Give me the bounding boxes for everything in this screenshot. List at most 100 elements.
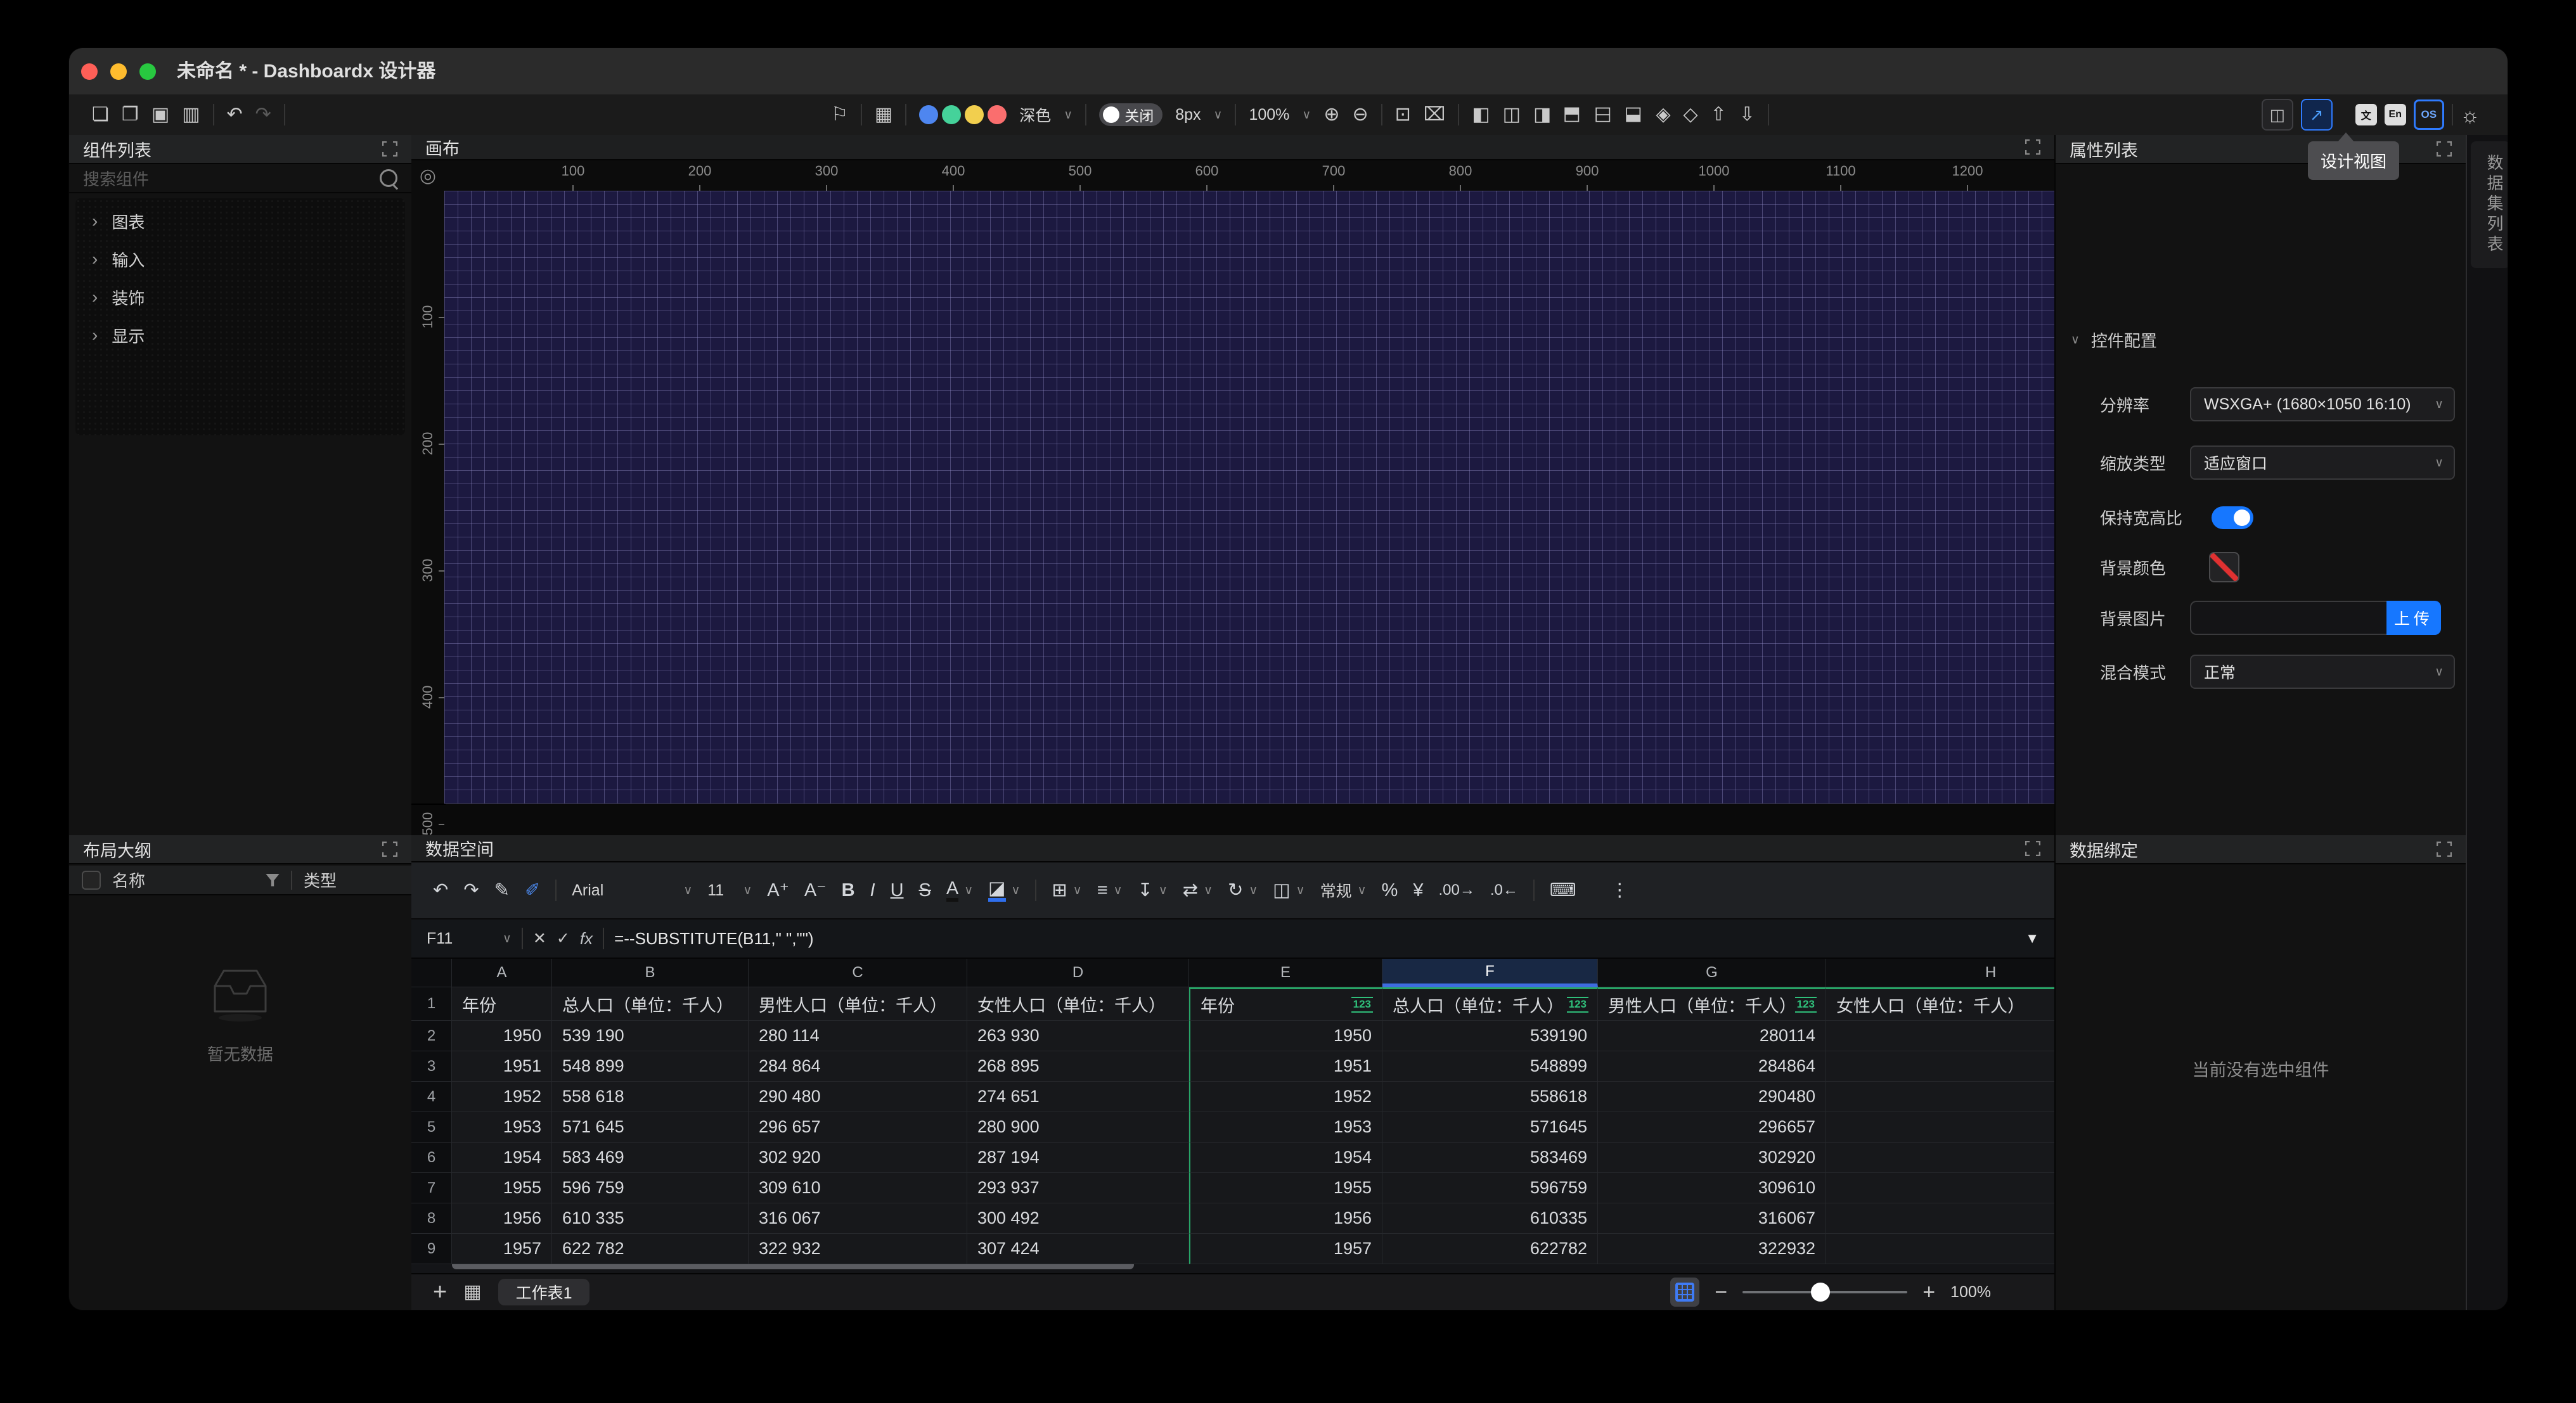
cell-C8[interactable]: 316 067 [749,1203,967,1234]
open-file-icon[interactable]: ❐ [122,105,139,124]
sheet-zoom-slider[interactable] [1742,1291,1907,1293]
chevron-down-icon[interactable]: ∨ [503,932,512,946]
delete-icon[interactable]: ⌧ [1424,105,1446,124]
field-header-cell[interactable]: 男性人口（单位：千人） [749,987,967,1021]
cell-G9[interactable]: 322932 [1598,1234,1826,1264]
cell-C2[interactable]: 280 114 [749,1021,967,1051]
clear-format-icon[interactable]: ✐ [525,881,540,900]
expand-icon[interactable] [382,842,397,857]
cell-A2[interactable]: 1950 [452,1021,552,1051]
cell-C4[interactable]: 290 480 [749,1082,967,1112]
canvas-grid[interactable] [444,191,2054,804]
currency-format-icon[interactable]: ¥ [1413,881,1423,900]
minimize-window-button[interactable] [110,63,127,80]
cell-H9[interactable]: 307424 [1826,1234,2054,1264]
bound-field-header-cell[interactable]: 男性人口（单位：千人）123 [1598,987,1826,1021]
cell-B8[interactable]: 610 335 [552,1203,749,1234]
zoom-window-button[interactable] [139,63,156,80]
sheet-tab[interactable]: 工作表1 [498,1279,590,1305]
select-all-corner[interactable] [411,959,452,987]
cell-F2[interactable]: 539190 [1382,1021,1598,1051]
bg-color-swatch[interactable] [2209,552,2239,582]
cell-D7[interactable]: 293 937 [967,1173,1189,1203]
cell-B2[interactable]: 539 190 [552,1021,749,1051]
cell-G2[interactable]: 280114 [1598,1021,1826,1051]
component-group-装饰[interactable]: ›装饰 [75,278,405,316]
numeric-type-badge-icon[interactable]: 123 [1351,997,1373,1013]
layer-down-icon[interactable]: ⇩ [1739,105,1755,124]
export-image-icon[interactable]: ⊡ [1395,105,1411,124]
expand-icon[interactable] [2437,842,2452,857]
cell-C3[interactable]: 284 864 [749,1051,967,1082]
cell-B5[interactable]: 571 645 [552,1112,749,1143]
cell-H4[interactable]: 274651 [1826,1082,2054,1112]
cell-D2[interactable]: 263 930 [967,1021,1189,1051]
format-painter-icon[interactable]: ✎ [494,881,510,900]
zoom-in-icon[interactable]: ⊕ [1323,105,1339,124]
row-header-5[interactable]: 5 [411,1112,452,1143]
column-header-C[interactable]: C [749,959,967,987]
expand-icon[interactable] [2025,841,2040,856]
bold-icon[interactable]: B [842,881,855,900]
field-header-cell[interactable]: 总人口（单位：千人） [552,987,749,1021]
fill-color-icon[interactable]: ◪∨ [988,880,1020,902]
bound-field-header-cell[interactable]: 总人口（单位：千人）123 [1382,987,1598,1021]
redo-icon[interactable]: ↷ [255,105,271,124]
cell-A6[interactable]: 1954 [452,1143,552,1173]
text-wrap-icon[interactable]: ⇄∨ [1183,881,1213,900]
bound-field-header-cell[interactable]: 年份123 [1189,987,1382,1021]
cell-B9[interactable]: 622 782 [552,1234,749,1264]
numeric-type-badge-icon[interactable]: 123 [1567,997,1588,1013]
number-format-select[interactable]: 常规∨ [1320,879,1367,902]
theme-select-value[interactable]: 深色 [1019,103,1051,126]
cell-E9[interactable]: 1957 [1189,1234,1382,1264]
function-icon[interactable]: fx [580,929,593,949]
sheet-zoom-in-icon[interactable]: + [1922,1281,1935,1303]
field-header-cell[interactable]: 年份 [452,987,552,1021]
align-top-icon[interactable]: ◧ [1564,106,1583,124]
cell-E6[interactable]: 1954 [1189,1143,1382,1173]
component-search[interactable]: 搜索组件 [69,164,411,193]
grid-size-value[interactable]: 8px [1175,106,1201,124]
cell-A9[interactable]: 1957 [452,1234,552,1264]
row-header-9[interactable]: 9 [411,1234,452,1264]
sheet-grid-toggle[interactable] [1670,1278,1699,1307]
row-header-4[interactable]: 4 [411,1082,452,1112]
cancel-entry-icon[interactable]: ✕ [533,931,546,947]
expand-icon[interactable] [2025,139,2040,155]
close-window-button[interactable] [81,63,98,80]
cell-G5[interactable]: 296657 [1598,1112,1826,1143]
cell-H8[interactable]: 300492 [1826,1203,2054,1234]
lang-zh-to-en-button[interactable]: 文 [2355,104,2377,125]
row-header-1[interactable]: 1 [411,987,452,1021]
cell-F6[interactable]: 583469 [1382,1143,1598,1173]
cell-H5[interactable]: 280900 [1826,1112,2054,1143]
new-file-icon[interactable]: ❏ [92,105,109,124]
column-header-G[interactable]: G [1598,959,1826,987]
cell-D6[interactable]: 287 194 [967,1143,1189,1173]
borders-icon[interactable]: ⊞∨ [1052,881,1081,900]
table-component-icon[interactable]: ▦ [875,105,892,124]
sheet-redo-icon[interactable]: ↷ [463,881,479,900]
design-view-button[interactable]: ↗ [2301,99,2333,131]
canvas-zoom-value[interactable]: 100% [1249,106,1289,124]
formula-expand-icon[interactable]: ▼ [2025,930,2039,947]
sheet-undo-icon[interactable]: ↶ [433,881,448,900]
align-center-h-icon[interactable]: ◫ [1503,105,1521,124]
increase-decimal-icon[interactable]: .00→ [1438,883,1474,898]
decrease-decimal-icon[interactable]: .0← [1490,883,1518,898]
blend-mode-select[interactable]: 正常∨ [2190,655,2455,689]
cell-D8[interactable]: 300 492 [967,1203,1189,1234]
screenshot-icon[interactable]: ⌨ [1550,881,1576,900]
align-right-icon[interactable]: ◨ [1533,105,1551,124]
merge-cells-icon[interactable]: ◫∨ [1273,881,1304,900]
cell-E3[interactable]: 1951 [1189,1051,1382,1082]
row-header-8[interactable]: 8 [411,1203,452,1234]
cell-F9[interactable]: 622782 [1382,1234,1598,1264]
cell-C9[interactable]: 322 932 [749,1234,967,1264]
column-header-H[interactable]: H [1826,959,2054,987]
v-align-icon[interactable]: ↧∨ [1138,881,1168,900]
scale-type-select[interactable]: 适应窗口∨ [2190,445,2455,480]
align-middle-icon[interactable]: ◫ [1594,106,1613,124]
cell-F3[interactable]: 548899 [1382,1051,1598,1082]
